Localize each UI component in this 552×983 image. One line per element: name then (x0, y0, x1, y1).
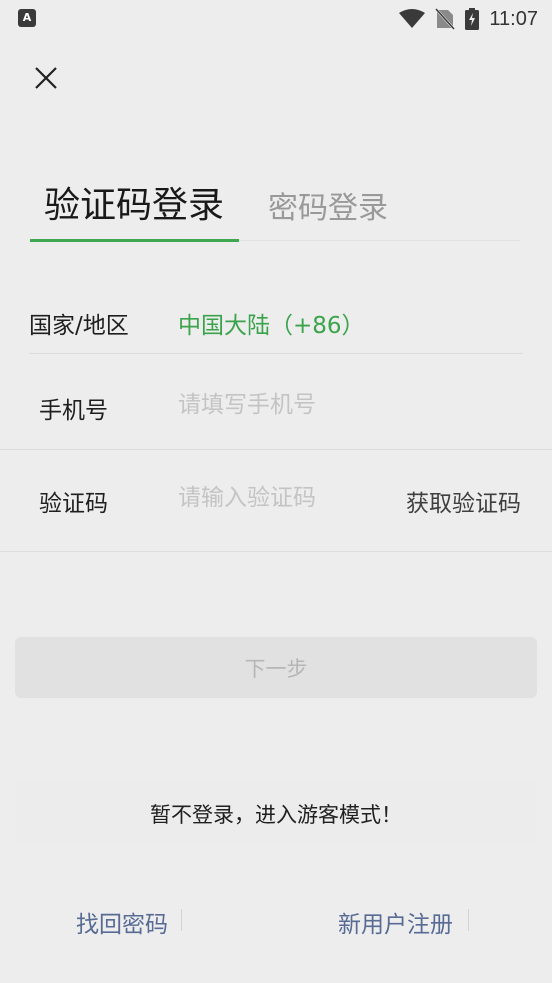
country-label: 国家/地区 (29, 313, 129, 339)
close-button[interactable] (28, 60, 64, 96)
get-code-button[interactable]: 获取验证码 (406, 484, 521, 518)
phone-row: 手机号 (0, 354, 552, 450)
country-row[interactable]: 国家/地区 中国大陆（+86） (0, 290, 552, 354)
separator (181, 909, 182, 931)
status-icons: 11:07 (399, 6, 538, 32)
divider (0, 551, 552, 552)
tab-password-login[interactable]: 密码登录 (268, 183, 388, 227)
next-button[interactable]: 下一步 (15, 637, 537, 698)
guest-mode-button[interactable]: 暂不登录，进入游客模式！ (15, 782, 537, 845)
phone-input[interactable] (178, 390, 518, 420)
country-selector[interactable]: 中国大陆（+86） (178, 306, 365, 340)
separator (468, 909, 469, 931)
app-notification-icon: A (18, 9, 36, 27)
verification-code-input[interactable] (178, 483, 378, 513)
battery-charging-icon (465, 8, 480, 30)
phone-label: 手机号 (39, 398, 108, 424)
tab-sms-login[interactable]: 验证码登录 (44, 176, 224, 228)
close-icon (35, 67, 57, 89)
register-link[interactable]: 新用户注册 (338, 905, 453, 939)
no-sim-icon (435, 8, 456, 30)
login-tabs: 验证码登录 密码登录 (30, 168, 520, 243)
wifi-icon (399, 9, 426, 28)
status-bar: A 11:07 (0, 0, 552, 38)
verification-code-row: 验证码 获取验证码 (0, 450, 552, 552)
code-label: 验证码 (39, 491, 108, 517)
forgot-password-link[interactable]: 找回密码 (76, 905, 168, 939)
active-tab-indicator (30, 239, 239, 242)
clock: 11:07 (489, 7, 538, 30)
